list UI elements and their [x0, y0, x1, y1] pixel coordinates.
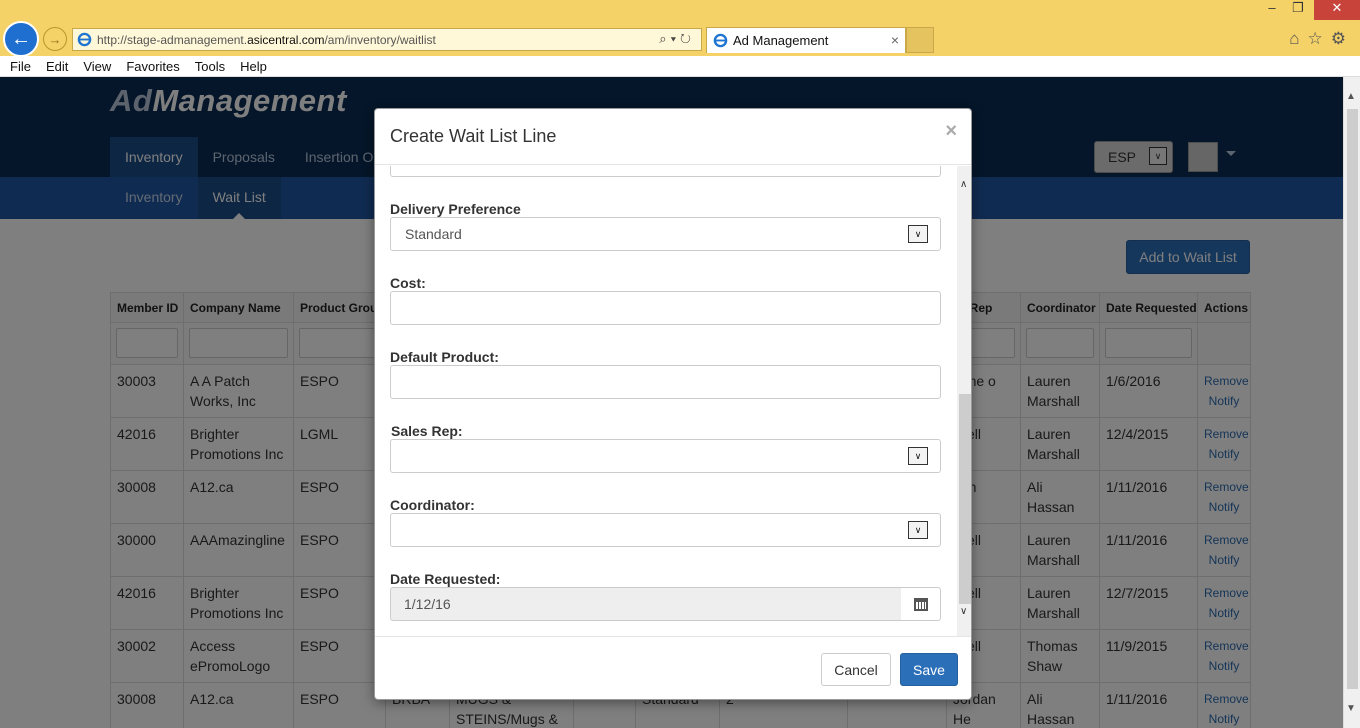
search-refresh-icons[interactable]: ⌕▾↻	[659, 31, 695, 47]
scroll-thumb[interactable]	[1347, 109, 1358, 689]
maximize-icon[interactable]: ❐	[1284, 0, 1312, 20]
calendar-icon	[913, 597, 928, 611]
address-bar[interactable]: http://stage-admanagement. asicentral.com…	[72, 28, 702, 51]
date-requested-value: 1/12/16	[404, 596, 451, 612]
date-requested-label: Date Requested:	[390, 571, 501, 587]
modal-scroll-thumb[interactable]	[959, 394, 971, 604]
ie-icon	[77, 32, 92, 47]
menu-favorites[interactable]: Favorites	[126, 59, 179, 74]
ie-tab-icon	[713, 33, 728, 48]
sales-rep-label: Sales Rep:	[391, 423, 463, 439]
modal-header: Create Wait List Line ×	[375, 109, 971, 165]
menu-edit[interactable]: Edit	[46, 59, 68, 74]
create-wait-list-line-modal: Create Wait List Line × Delivery Prefere…	[374, 108, 972, 700]
scroll-up-icon[interactable]: ∧	[960, 179, 967, 190]
delivery-preference-select[interactable]: Standard ∨	[390, 217, 941, 251]
scroll-down-icon[interactable]: ▼	[1346, 703, 1356, 714]
window-close-icon[interactable]: ✕	[1314, 0, 1360, 20]
url-prefix: http://stage-admanagement.	[97, 32, 248, 47]
modal-body: Delivery Preference Standard ∨ Cost: Defa…	[375, 166, 971, 636]
previous-field-partial[interactable]	[390, 166, 941, 177]
calendar-button[interactable]	[901, 587, 941, 621]
chevron-down-icon: ∨	[908, 447, 928, 465]
menu-help[interactable]: Help	[240, 59, 267, 74]
coordinator-label: Coordinator:	[390, 497, 475, 513]
tab-close-icon[interactable]: ×	[891, 32, 899, 48]
save-button[interactable]: Save	[900, 653, 958, 686]
chevron-down-icon: ∨	[908, 521, 928, 539]
modal-close-icon[interactable]: ×	[945, 120, 957, 143]
sales-rep-select[interactable]: ∨	[390, 439, 941, 473]
delivery-preference-value: Standard	[405, 226, 462, 242]
back-arrow-icon: ←	[11, 27, 31, 50]
forward-button[interactable]: →	[43, 27, 67, 51]
date-requested-input: 1/12/16	[390, 587, 902, 621]
cost-input[interactable]	[390, 291, 941, 325]
coordinator-select[interactable]: ∨	[390, 513, 941, 547]
url-suffix: /am/inventory/waitlist	[324, 32, 436, 47]
browser-tab[interactable]: Ad Management ×	[706, 27, 906, 53]
default-product-input[interactable]	[390, 365, 941, 399]
modal-title: Create Wait List Line	[390, 126, 557, 146]
cancel-button[interactable]: Cancel	[821, 653, 891, 686]
cost-label: Cost:	[390, 275, 426, 291]
default-product-label: Default Product:	[390, 349, 499, 365]
menu-bar: File Edit View Favorites Tools Help	[0, 56, 1360, 77]
scroll-down-icon[interactable]: ∨	[960, 606, 967, 617]
menu-tools[interactable]: Tools	[195, 59, 225, 74]
page-scrollbar[interactable]: ▲ ▼	[1343, 77, 1360, 728]
minimize-icon[interactable]: –	[1258, 0, 1286, 20]
modal-footer: Cancel Save	[375, 636, 971, 699]
menu-view[interactable]: View	[83, 59, 111, 74]
home-favorites-settings-icons[interactable]: ⌂☆⚙	[1289, 29, 1354, 49]
menu-file[interactable]: File	[10, 59, 31, 74]
forward-arrow-icon: →	[48, 31, 62, 47]
modal-scrollbar[interactable]: ∧ ∨	[957, 166, 971, 636]
back-button[interactable]: ←	[3, 21, 39, 57]
delivery-preference-label: Delivery Preference	[390, 201, 521, 217]
new-tab-button[interactable]	[906, 27, 934, 53]
url-domain: asicentral.com	[247, 32, 325, 47]
chevron-down-icon: ∨	[908, 225, 928, 243]
tab-title: Ad Management	[733, 33, 829, 48]
scroll-up-icon[interactable]: ▲	[1346, 91, 1356, 102]
